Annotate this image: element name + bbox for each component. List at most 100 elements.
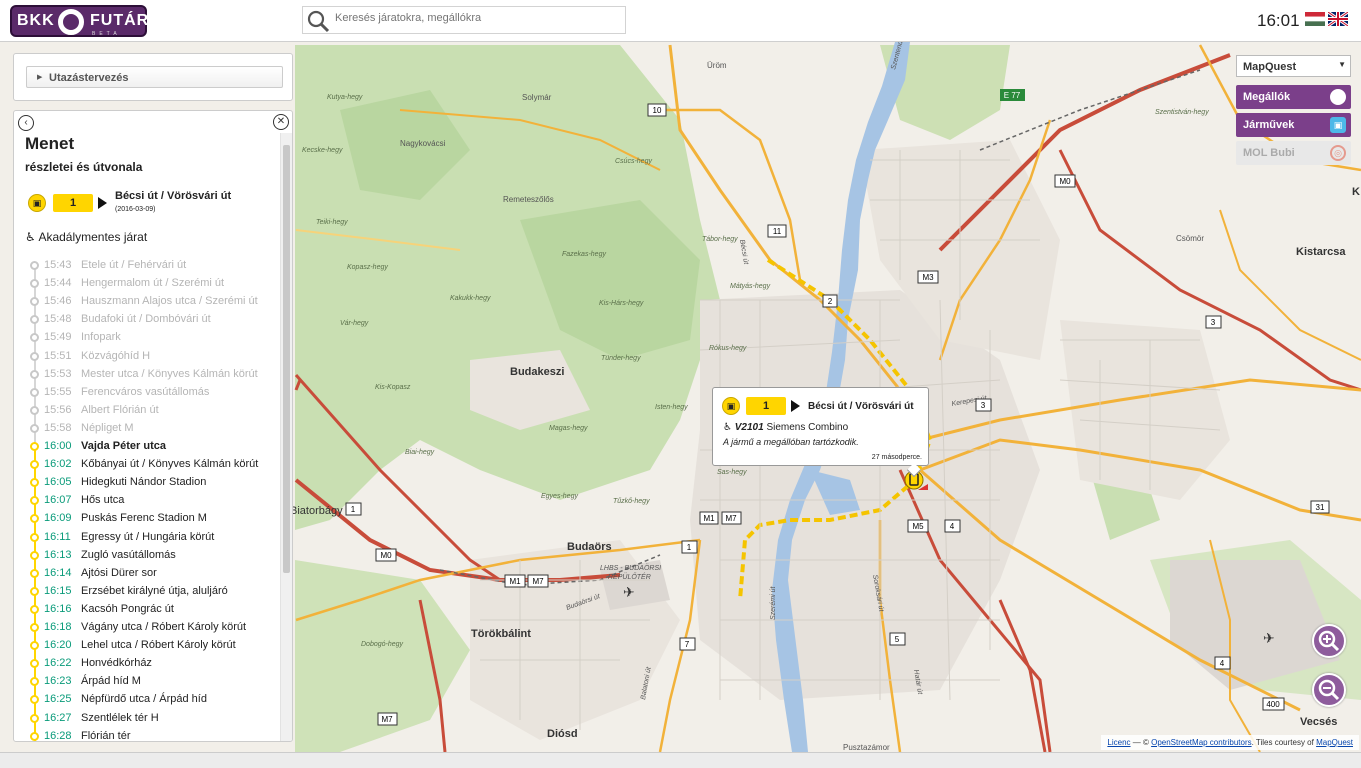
svg-text:M3: M3 — [922, 273, 934, 282]
stop-row[interactable]: 16:22 Honvédkórház — [14, 655, 280, 673]
svg-text:1: 1 — [351, 505, 356, 514]
panel-scrollbar[interactable] — [280, 133, 292, 741]
svg-text:M1: M1 — [703, 514, 715, 523]
stop-row[interactable]: 16:07 Hős utca — [14, 492, 280, 510]
close-icon[interactable]: ✕ — [273, 114, 289, 130]
search-box[interactable] — [302, 6, 626, 34]
direction-arrow-icon — [98, 197, 107, 209]
svg-text:Tábor-hegy: Tábor-hegy — [702, 236, 738, 243]
stop-row[interactable]: 15:51 Közvágóhíd H — [14, 348, 280, 366]
stop-name: Népliget M — [81, 421, 134, 434]
place-budaors: Budaörs — [567, 541, 612, 553]
stop-dot-icon — [30, 261, 39, 270]
stop-row[interactable]: 16:25 Népfürdő utca / Árpád híd — [14, 691, 280, 709]
stop-row[interactable]: 16:18 Vágány utca / Róbert Károly körút — [14, 619, 280, 637]
attribution-sep: — © — [1132, 738, 1149, 747]
stop-row[interactable]: 15:53 Mester utca / Könyves Kálmán körút — [14, 366, 280, 384]
stop-row[interactable]: 16:02 Kőbányai út / Könyves Kálmán körút — [14, 456, 280, 474]
popup-route-badge[interactable]: 1 — [746, 397, 786, 415]
svg-text:REPÜLŐTÉR: REPÜLŐTÉR — [608, 572, 651, 581]
stop-name: Vágány utca / Róbert Károly körút — [81, 621, 247, 633]
stop-dot-icon — [30, 623, 39, 632]
stop-time: 15:43 — [44, 259, 72, 271]
stop-row[interactable]: 16:09 Puskás Ferenc Stadion M — [14, 510, 280, 528]
osm-link[interactable]: OpenStreetMap contributors — [1151, 738, 1252, 747]
stop-name: Szentlélek tér H — [81, 711, 159, 724]
stop-row[interactable]: 15:44 Hengermalom út / Szerémi út — [14, 275, 280, 293]
stop-row[interactable]: 15:48 Budafoki út / Dombóvári út — [14, 311, 280, 329]
mapquest-link[interactable]: MapQuest — [1316, 738, 1353, 747]
svg-text:Sas-hegy: Sas-hegy — [717, 469, 747, 476]
trip-planner-button[interactable]: ▶ Utazástervezés — [26, 66, 283, 88]
stop-row[interactable]: 15:55 Ferencváros vasútállomás — [14, 384, 280, 402]
stop-row[interactable]: 15:46 Hauszmann Alajos utca / Szerémi út — [14, 293, 280, 311]
place-budakeszi: Budakeszi — [510, 366, 564, 378]
stop-row[interactable]: 16:20 Lehel utca / Róbert Károly körút — [14, 637, 280, 655]
search-input[interactable] — [335, 12, 620, 24]
zoom-in-button[interactable] — [1312, 624, 1346, 658]
svg-text:✈: ✈ — [623, 584, 635, 600]
map-provider-value: MapQuest — [1243, 61, 1297, 73]
route-number-badge[interactable]: 1 — [53, 194, 93, 212]
svg-text:Egyes-hegy: Egyes-hegy — [541, 493, 578, 500]
place-pusztazamor: Pusztazámor — [843, 743, 890, 752]
stop-dot-icon — [30, 731, 39, 741]
stop-time: 16:25 — [44, 693, 72, 706]
map-provider-select[interactable]: MapQuest ▼ — [1236, 55, 1351, 77]
stop-row[interactable]: 16:11 Egressy út / Hungária körút — [14, 529, 280, 547]
clock: 16:01 — [1257, 11, 1300, 30]
stop-row[interactable]: 16:23 Árpád híd M — [14, 673, 280, 691]
vehicle-id: V2101 — [734, 422, 764, 433]
toggle-stops-button[interactable]: Megállók — [1236, 85, 1351, 109]
svg-text:3: 3 — [1211, 318, 1216, 327]
stop-time: 16:22 — [44, 657, 72, 670]
stop-row[interactable]: 16:00 Vajda Péter utca — [14, 438, 280, 456]
accessible-trip: ♿ Akadálymentes járat — [25, 230, 147, 244]
hungarian-flag-icon[interactable] — [1305, 12, 1325, 26]
stop-row[interactable]: 15:58 Népliget M — [14, 420, 280, 438]
stop-time: 16:09 — [44, 512, 72, 525]
bus-icon: ▣ — [1330, 117, 1346, 133]
stop-time: 15:44 — [44, 277, 72, 290]
stop-dot-icon — [30, 297, 39, 307]
svg-text:1: 1 — [687, 543, 692, 552]
toggle-vehicles-button[interactable]: Járművek ▣ — [1236, 113, 1351, 137]
stop-name: Kacsóh Pongrác út — [81, 602, 174, 615]
zoom-out-button[interactable] — [1312, 673, 1346, 707]
svg-text:31: 31 — [1316, 503, 1325, 512]
stop-dot-icon — [30, 315, 39, 325]
stop-row[interactable]: 15:56 Albert Flórián út — [14, 402, 280, 420]
stop-dot-icon — [30, 659, 39, 669]
stop-row[interactable]: 16:28 Flórián tér — [14, 728, 280, 741]
svg-text:Rókus-hegy: Rókus-hegy — [709, 345, 747, 352]
stop-dot-icon — [30, 586, 39, 596]
stop-row[interactable]: 15:49 Infopark — [14, 329, 280, 347]
stop-row[interactable]: 16:16 Kacsóh Pongrác út — [14, 601, 280, 619]
stop-row[interactable]: 16:05 Hidegkuti Nándor Stadion — [14, 474, 280, 492]
panel-title: Menet — [25, 134, 75, 153]
stop-row[interactable]: 16:14 Ajtósi Dürer sor — [14, 565, 280, 583]
uk-flag-icon[interactable] — [1328, 12, 1348, 26]
update-age: 27 másodperce. — [871, 454, 922, 461]
stop-name: Honvédkórház — [81, 657, 152, 670]
stop-row[interactable]: 16:13 Zugló vasútállomás — [14, 547, 280, 565]
stop-row[interactable]: 15:43 Etele út / Fehérvári út — [14, 257, 280, 275]
toggle-bubi-button[interactable]: MOL Bubi ◎ — [1236, 141, 1351, 165]
vehicle-status: A jármű a megállóban tartózkodik. — [723, 437, 859, 447]
stop-row[interactable]: 16:27 Szentlélek tér H — [14, 710, 280, 728]
svg-text:Szerémi út: Szerémi út — [770, 585, 777, 620]
stop-time: 16:13 — [44, 548, 72, 561]
license-link[interactable]: Licenc — [1107, 738, 1130, 747]
stop-dot-icon — [30, 351, 39, 361]
stop-time: 15:51 — [44, 349, 72, 362]
svg-text:Kis-Hárs-hegy: Kis-Hárs-hegy — [599, 300, 644, 307]
back-arrow-icon[interactable]: ‹ — [18, 115, 34, 131]
svg-text:7: 7 — [685, 640, 690, 649]
stop-row[interactable]: 16:15 Erzsébet királyné útja, aluljáró — [14, 583, 280, 601]
scrollbar-thumb[interactable] — [283, 145, 290, 573]
stop-dot-icon — [30, 514, 39, 524]
stop-name: Ajtósi Dürer sor — [81, 566, 157, 579]
svg-text:4: 4 — [1220, 659, 1225, 668]
bkk-futar-logo[interactable]: BKK FUTÁR BETA — [10, 5, 148, 37]
svg-text:4: 4 — [950, 522, 955, 531]
